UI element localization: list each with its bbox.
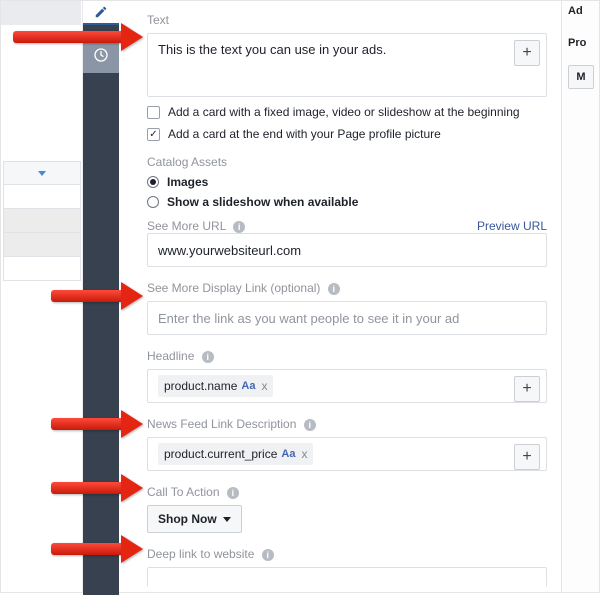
label-headline: Headline i <box>147 349 547 363</box>
info-icon[interactable]: i <box>304 419 316 431</box>
chevron-down-icon <box>38 171 46 176</box>
info-icon[interactable]: i <box>328 283 340 295</box>
ad-creative-form: Text This is the text you can use in you… <box>119 1 561 592</box>
news-feed-desc-token[interactable]: product.current_price Aa x <box>158 443 313 465</box>
label-see-more-url: See More URL i <box>147 219 245 233</box>
see-more-url-value: www.yourwebsiteurl.com <box>158 243 301 258</box>
pencil-icon <box>94 5 108 19</box>
label-catalog-assets: Catalog Assets <box>147 155 547 169</box>
checkbox-checked-icon: ✓ <box>147 128 160 141</box>
headline-token[interactable]: product.name Aa x <box>158 375 273 397</box>
checkbox-row-add-fixed[interactable]: Add a card with a fixed image, video or … <box>147 105 547 119</box>
left-mini-grid <box>3 161 81 281</box>
text-input[interactable]: This is the text you can use in your ads… <box>147 33 547 97</box>
cta-dropdown[interactable]: Shop Now <box>147 505 242 533</box>
cta-value: Shop Now <box>158 512 217 526</box>
aa-icon: Aa <box>281 448 295 460</box>
checkbox-row-add-end[interactable]: ✓ Add a card at the end with your Page p… <box>147 127 547 141</box>
add-variation-button[interactable]: + <box>514 40 540 66</box>
right-peek-panel: Ad Pro M <box>561 1 599 592</box>
see-more-display-placeholder: Enter the link as you want people to see… <box>158 311 459 326</box>
tab-edit[interactable] <box>83 1 119 25</box>
add-variation-button[interactable]: + <box>514 376 540 402</box>
checkbox-label: Add a card with a fixed image, video or … <box>168 105 520 119</box>
info-icon[interactable]: i <box>262 549 274 561</box>
label-news-feed-desc: News Feed Link Description i <box>147 417 547 431</box>
text-input-value: This is the text you can use in your ads… <box>158 42 386 57</box>
radio-label: Show a slideshow when available <box>167 195 358 209</box>
checkbox-icon <box>147 106 160 119</box>
history-rail <box>83 25 119 595</box>
mini-cell[interactable] <box>3 209 81 233</box>
add-variation-button[interactable]: + <box>514 444 540 470</box>
left-mini-column <box>1 1 83 592</box>
right-peek-label: Ad <box>568 5 599 17</box>
radio-row-slideshow[interactable]: Show a slideshow when available <box>147 195 547 209</box>
label-see-more-display: See More Display Link (optional) i <box>147 281 547 295</box>
clock-icon <box>93 47 109 63</box>
mini-cell[interactable] <box>3 185 81 209</box>
label-cta: Call To Action i <box>147 485 547 499</box>
mini-cell[interactable] <box>3 257 81 281</box>
right-peek-button[interactable]: M <box>568 65 594 89</box>
info-icon[interactable]: i <box>233 221 245 233</box>
info-icon[interactable]: i <box>202 351 214 363</box>
radio-checked-icon <box>147 176 159 188</box>
mini-cell[interactable] <box>3 233 81 257</box>
news-feed-desc-input[interactable]: product.current_price Aa x + <box>147 437 547 471</box>
see-more-display-input[interactable]: Enter the link as you want people to see… <box>147 301 547 335</box>
checkbox-label: Add a card at the end with your Page pro… <box>168 127 441 141</box>
aa-icon: Aa <box>241 380 255 392</box>
radio-row-images[interactable]: Images <box>147 175 547 189</box>
info-icon[interactable]: i <box>227 487 239 499</box>
label-deep-link: Deep link to website i <box>147 547 547 561</box>
chevron-down-icon <box>223 517 231 522</box>
edit-tab-rail <box>83 1 119 25</box>
deep-link-input[interactable] <box>147 567 547 587</box>
mini-cell-expand[interactable] <box>3 161 81 185</box>
radio-label: Images <box>167 175 208 189</box>
preview-url-link[interactable]: Preview URL <box>477 219 547 233</box>
right-peek-label: Pro <box>568 37 599 49</box>
radio-icon <box>147 196 159 208</box>
tab-history[interactable] <box>83 37 119 73</box>
label-text: Text <box>147 13 547 27</box>
remove-token-x[interactable]: x <box>261 379 267 393</box>
headline-input[interactable]: product.name Aa x + <box>147 369 547 403</box>
see-more-url-input[interactable]: www.yourwebsiteurl.com <box>147 233 547 267</box>
remove-token-x[interactable]: x <box>301 447 307 461</box>
